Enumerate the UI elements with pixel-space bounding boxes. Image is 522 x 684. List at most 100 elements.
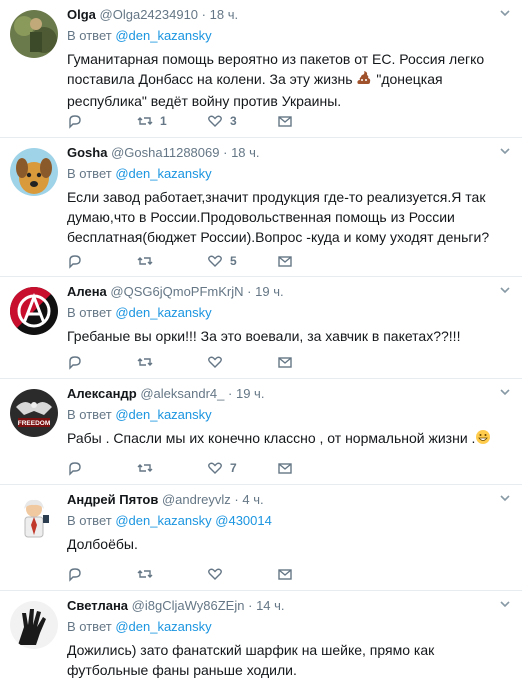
author-handle[interactable]: @QSG6jQmoPFmKrjN <box>110 284 243 299</box>
like-button[interactable] <box>207 566 277 582</box>
avatar-image <box>10 10 58 58</box>
author-name[interactable]: Алена <box>67 284 107 299</box>
retweet-icon <box>137 464 153 472</box>
retweet-button[interactable] <box>137 253 207 269</box>
timestamp[interactable]: 14 ч. <box>256 598 284 613</box>
timestamp[interactable]: 18 ч. <box>210 7 238 22</box>
retweet-icon <box>137 117 153 125</box>
direct-message-button[interactable] <box>277 113 347 129</box>
tweet-text: Если завод работает,значит продукция где… <box>67 189 490 245</box>
envelope-icon <box>278 256 292 267</box>
avatar[interactable] <box>10 10 58 58</box>
like-count: 3 <box>230 114 237 128</box>
avatar-image <box>10 287 58 335</box>
action-bar <box>67 353 347 371</box>
author-name[interactable]: Андрей Пятов <box>67 492 158 507</box>
reply-button[interactable] <box>67 354 137 370</box>
envelope-icon <box>278 357 292 368</box>
mention-link[interactable]: @den_kazansky <box>115 28 211 43</box>
author-handle[interactable]: @andreyvlz <box>162 492 231 507</box>
tweet-olga[interactable]: Olga @Olga24234910 · 18 ч. В ответ @den_… <box>0 0 522 138</box>
author-handle[interactable]: @aleksandr4_ <box>140 386 224 401</box>
timestamp[interactable]: 18 ч. <box>231 145 259 160</box>
tweet-svetlana[interactable]: Светлана @i8gCljaWy86ZEjn · 14 ч. В отве… <box>0 591 522 684</box>
reply-context: В ответ @den_kazansky <box>67 619 212 634</box>
author-handle[interactable]: @Olga24234910 <box>100 7 199 22</box>
direct-message-button[interactable] <box>277 460 347 476</box>
chevron-down-icon[interactable] <box>498 491 512 505</box>
reply-button[interactable] <box>67 566 137 582</box>
action-bar <box>67 565 347 583</box>
avatar-image <box>10 148 58 196</box>
author-name[interactable]: Светлана <box>67 598 128 613</box>
direct-message-button[interactable] <box>277 566 347 582</box>
reply-icon <box>69 356 81 370</box>
author-name[interactable]: Gosha <box>67 145 107 160</box>
mention-link[interactable]: @430014 <box>215 513 272 528</box>
timestamp[interactable]: 4 ч. <box>242 492 263 507</box>
reply-button[interactable] <box>67 113 137 129</box>
chevron-down-icon[interactable] <box>498 385 512 399</box>
mention-link[interactable]: @den_kazansky <box>115 305 211 320</box>
mention-link[interactable]: @den_kazansky <box>115 166 211 181</box>
tweet-andrey[interactable]: Андрей Пятов @andreyvlz · 4 ч. В ответ @… <box>0 485 522 591</box>
envelope-icon <box>278 116 292 127</box>
action-bar: 5 <box>67 252 347 270</box>
avatar[interactable] <box>10 148 58 196</box>
tweet-text: Долбоёбы. <box>67 536 138 552</box>
reply-button[interactable] <box>67 460 137 476</box>
author-handle[interactable]: @Gosha11288069 <box>111 145 219 160</box>
direct-message-button[interactable] <box>277 354 347 370</box>
tweet-gosha[interactable]: Gosha @Gosha11288069 · 18 ч. В ответ @de… <box>0 138 522 277</box>
avatar[interactable]: FREEDOM <box>10 389 58 437</box>
heart-icon <box>208 115 222 127</box>
reply-button[interactable] <box>67 253 137 269</box>
chevron-down-icon[interactable] <box>498 6 512 20</box>
heart-icon <box>208 462 222 474</box>
chevron-down-icon[interactable] <box>498 283 512 297</box>
mention-link[interactable]: @den_kazansky <box>115 407 211 422</box>
avatar-image <box>10 495 58 543</box>
chevron-down-icon[interactable] <box>498 144 512 158</box>
envelope-icon <box>278 569 292 580</box>
reply-context: В ответ @den_kazansky @430014 <box>67 513 272 528</box>
like-button[interactable] <box>207 354 277 370</box>
tweet-aleksandr[interactable]: FREEDOM Александр @aleksandr4_ · 19 ч. В… <box>0 379 522 485</box>
tweet-text: Рабы . Спасли мы их конечно классно , от… <box>67 428 514 450</box>
retweet-count: 1 <box>160 114 167 128</box>
mention-link[interactable]: @den_kazansky <box>115 619 211 634</box>
retweet-button[interactable]: 1 <box>137 113 207 129</box>
tweet-text: Дожились) зато фанатский шарфик на шейке… <box>67 642 435 678</box>
action-bar: 1 3 <box>67 112 347 130</box>
reply-context: В ответ @den_kazansky <box>67 166 212 181</box>
direct-message-button[interactable] <box>277 253 347 269</box>
avatar[interactable] <box>10 495 58 543</box>
tweet-text: Гребаные вы орки!!! За это воевали, за х… <box>67 328 461 344</box>
chevron-down-icon[interactable] <box>498 597 512 611</box>
like-button[interactable]: 7 <box>207 460 277 476</box>
avatar[interactable] <box>10 287 58 335</box>
timestamp[interactable]: 19 ч. <box>236 386 264 401</box>
retweet-button[interactable] <box>137 460 207 476</box>
pile-of-poo-emoji <box>356 70 372 91</box>
retweet-button[interactable] <box>137 566 207 582</box>
reply-icon <box>69 115 81 129</box>
tweet-alena[interactable]: Алена @QSG6jQmoPFmKrjN · 19 ч. В ответ @… <box>0 277 522 379</box>
author-name[interactable]: Olga <box>67 7 96 22</box>
avatar-image <box>10 601 58 649</box>
reply-icon <box>69 255 81 269</box>
like-button[interactable]: 3 <box>207 113 277 129</box>
retweet-icon <box>137 570 153 578</box>
retweet-button[interactable] <box>137 354 207 370</box>
timestamp[interactable]: 19 ч. <box>255 284 283 299</box>
tweet-feed: Olga @Olga24234910 · 18 ч. В ответ @den_… <box>0 0 522 684</box>
reply-context: В ответ @den_kazansky <box>67 407 212 422</box>
like-button[interactable]: 5 <box>207 253 277 269</box>
mention-link[interactable]: @den_kazansky <box>115 513 211 528</box>
avatar[interactable] <box>10 601 58 649</box>
retweet-icon <box>137 257 153 265</box>
reply-context: В ответ @den_kazansky <box>67 28 212 43</box>
envelope-icon <box>278 463 292 474</box>
author-handle[interactable]: @i8gCljaWy86ZEjn <box>132 598 245 613</box>
author-name[interactable]: Александр <box>67 386 137 401</box>
